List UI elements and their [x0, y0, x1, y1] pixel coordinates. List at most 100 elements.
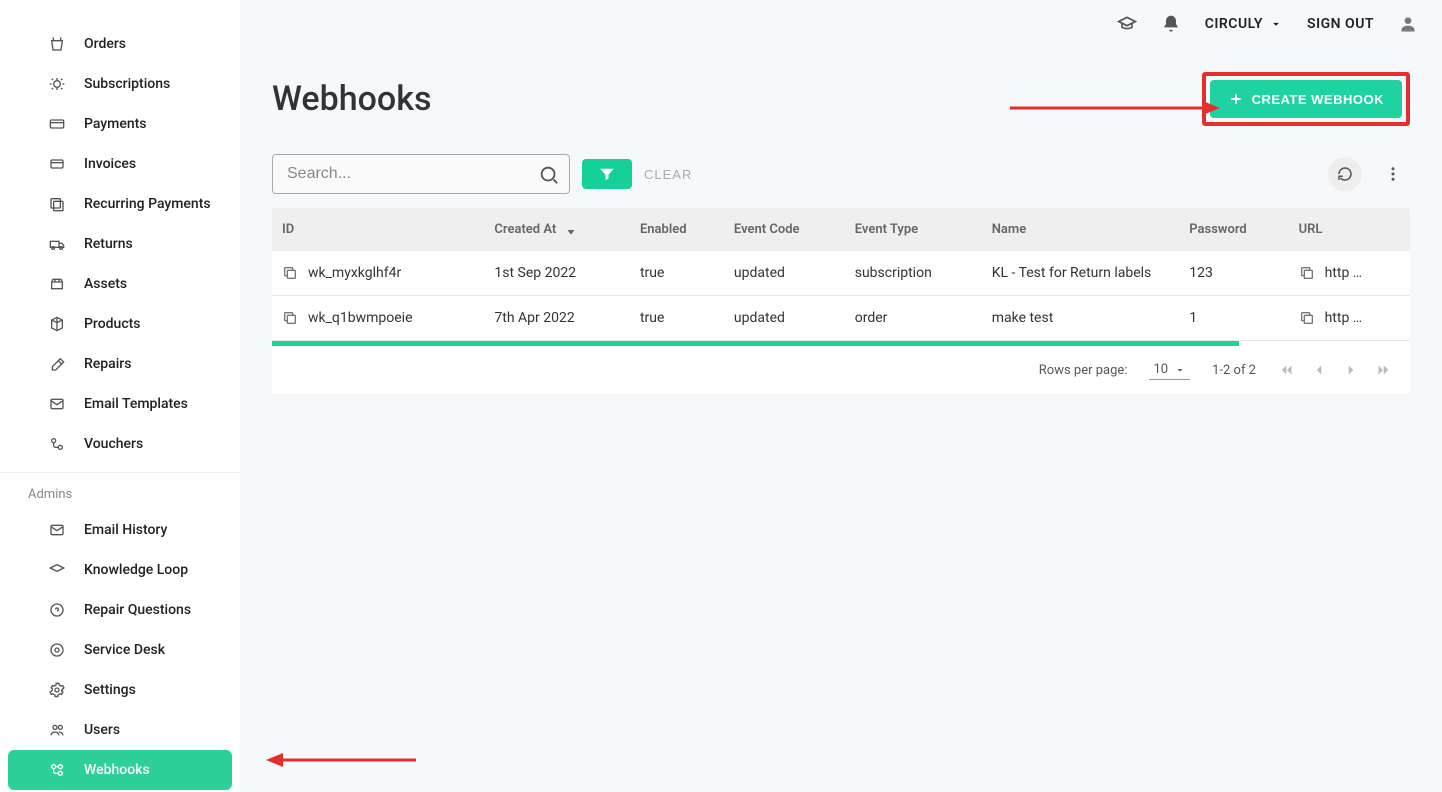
copy-id-icon[interactable]: [282, 265, 298, 281]
sidebar-item-label: Webhooks: [84, 762, 150, 778]
sidebar-item-users-icon: [48, 721, 66, 739]
column-header[interactable]: Name: [982, 208, 1180, 251]
sidebar-item-label: Assets: [84, 276, 127, 292]
sidebar-item-settings-icon: [48, 681, 66, 699]
sidebar-item-returns-icon: [48, 235, 66, 253]
sidebar-item-email-history[interactable]: Email History: [8, 510, 232, 550]
sidebar-item-orders[interactable]: Orders: [8, 24, 232, 64]
last-page-button[interactable]: [1374, 361, 1392, 379]
column-header[interactable]: Enabled: [630, 208, 724, 251]
sidebar-item-invoices[interactable]: Invoices: [8, 144, 232, 184]
copy-url-icon[interactable]: [1299, 265, 1315, 281]
sidebar-item-invoices-icon: [48, 155, 66, 173]
sidebar-item-label: Orders: [84, 36, 126, 52]
sort-desc-icon: [564, 223, 578, 237]
sidebar-item-label: Repairs: [84, 356, 131, 372]
sidebar-item-label: Vouchers: [84, 436, 143, 452]
sidebar-item-subscriptions-icon: [48, 75, 66, 93]
search-input[interactable]: [272, 154, 570, 194]
dropdown-icon: [1174, 364, 1186, 376]
sidebar-item-repairs-icon: [48, 355, 66, 373]
cell-id: wk_myxkglhf4r: [308, 265, 401, 281]
sidebar-item-subscriptions[interactable]: Subscriptions: [8, 64, 232, 104]
prev-page-button[interactable]: [1310, 361, 1328, 379]
sidebar-item-orders-icon: [48, 35, 66, 53]
cell-password: 1: [1179, 296, 1288, 341]
cell-event-type: order: [845, 296, 982, 341]
sidebar-item-assets[interactable]: Assets: [8, 264, 232, 304]
sidebar-item-repair-questions[interactable]: Repair Questions: [8, 590, 232, 630]
table-row[interactable]: wk_myxkglhf4r 1st Sep 2022 true updated …: [272, 251, 1410, 296]
sidebar-item-service-desk-icon: [48, 641, 66, 659]
sidebar-item-label: Subscriptions: [84, 76, 170, 92]
column-header[interactable]: Created At: [484, 208, 630, 251]
next-page-button[interactable]: [1342, 361, 1360, 379]
sidebar-item-label: Repair Questions: [84, 602, 191, 618]
rows-per-page-label: Rows per page:: [1039, 363, 1128, 378]
page-title: Webhooks: [272, 79, 431, 119]
sidebar-item-knowledge-loop-icon: [48, 561, 66, 579]
sidebar-item-returns[interactable]: Returns: [8, 224, 232, 264]
cell-name: make test: [982, 296, 1180, 341]
cell-enabled: true: [630, 296, 724, 341]
sidebar-item-label: Email History: [84, 522, 167, 538]
rows-per-page-select[interactable]: 10: [1149, 360, 1190, 380]
sidebar-item-settings[interactable]: Settings: [8, 670, 232, 710]
refresh-button[interactable]: [1328, 157, 1362, 191]
copy-id-icon[interactable]: [282, 310, 298, 326]
sidebar-item-label: Returns: [84, 236, 133, 252]
clear-button[interactable]: CLEAR: [644, 167, 692, 182]
cell-url: http mal: [1325, 310, 1365, 326]
sidebar-item-email-templates[interactable]: Email Templates: [8, 384, 232, 424]
filter-icon: [598, 165, 616, 183]
cell-created-at: 7th Apr 2022: [484, 296, 630, 341]
cell-event-type: subscription: [845, 251, 982, 296]
sidebar-item-email-templates-icon: [48, 395, 66, 413]
sidebar-item-label: Recurring Payments: [84, 196, 211, 212]
first-page-button[interactable]: [1278, 361, 1296, 379]
column-header[interactable]: Event Type: [845, 208, 982, 251]
sidebar-item-webhooks[interactable]: Webhooks: [8, 750, 232, 790]
cell-id: wk_q1bwmpoeie: [308, 310, 413, 326]
sidebar-item-products-icon: [48, 315, 66, 333]
column-header[interactable]: Password: [1179, 208, 1288, 251]
sidebar-item-knowledge-loop[interactable]: Knowledge Loop: [8, 550, 232, 590]
column-header[interactable]: Event Code: [724, 208, 845, 251]
create-webhook-label: CREATE WEBHOOK: [1252, 92, 1384, 107]
annotation-arrow-create: [1010, 98, 1220, 118]
sidebar-item-vouchers[interactable]: Vouchers: [8, 424, 232, 464]
pagination-range: 1-2 of 2: [1212, 363, 1256, 378]
refresh-icon: [1336, 165, 1354, 183]
create-webhook-button[interactable]: CREATE WEBHOOK: [1210, 80, 1402, 118]
sidebar-item-label: Products: [84, 316, 141, 332]
sidebar-item-repairs[interactable]: Repairs: [8, 344, 232, 384]
cell-event-code: updated: [724, 251, 845, 296]
annotation-highlight-create: CREATE WEBHOOK: [1202, 72, 1410, 126]
cell-name: KL - Test for Return labels: [982, 251, 1180, 296]
cell-url: http er.: [1325, 265, 1365, 281]
webhooks-table: IDCreated At EnabledEvent CodeEvent Type…: [272, 208, 1410, 394]
sidebar-item-assets-icon: [48, 275, 66, 293]
sidebar-item-service-desk[interactable]: Service Desk: [8, 630, 232, 670]
more-button[interactable]: [1376, 157, 1410, 191]
sidebar-item-payments[interactable]: Payments: [8, 104, 232, 144]
sidebar-item-webhooks-icon: [48, 761, 66, 779]
sidebar-item-label: Email Templates: [84, 396, 188, 412]
sidebar-item-users[interactable]: Users: [8, 710, 232, 750]
sidebar-item-products[interactable]: Products: [8, 304, 232, 344]
column-header[interactable]: ID: [272, 208, 484, 251]
sidebar-item-label: Invoices: [84, 156, 136, 172]
cell-created-at: 1st Sep 2022: [484, 251, 630, 296]
filter-button[interactable]: [582, 159, 632, 189]
sidebar-item-recurring-payments[interactable]: Recurring Payments: [8, 184, 232, 224]
cell-password: 123: [1179, 251, 1288, 296]
column-header[interactable]: URL: [1289, 208, 1410, 251]
table-row[interactable]: wk_q1bwmpoeie 7th Apr 2022 true updated …: [272, 296, 1410, 341]
more-vert-icon: [1384, 165, 1402, 183]
sidebar-item-label: Settings: [84, 682, 136, 698]
sidebar-item-vouchers-icon: [48, 435, 66, 453]
sidebar-item-recurring-payments-icon: [48, 195, 66, 213]
copy-url-icon[interactable]: [1299, 310, 1315, 326]
sidebar-item-email-history-icon: [48, 521, 66, 539]
cell-event-code: updated: [724, 296, 845, 341]
